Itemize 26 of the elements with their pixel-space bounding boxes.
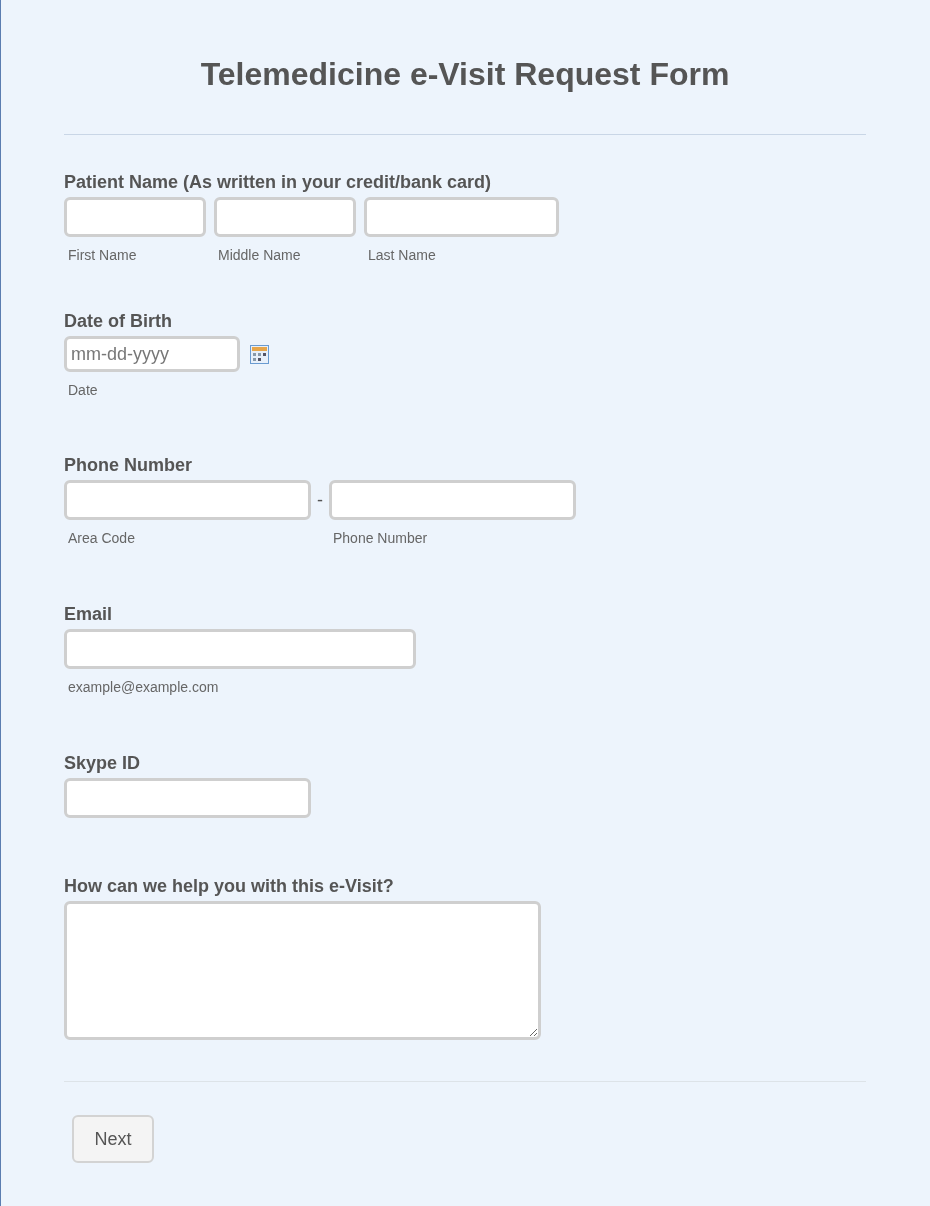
input-field[interactable] bbox=[214, 197, 356, 237]
field-label: Skype ID bbox=[64, 752, 142, 774]
next-button[interactable]: Next bbox=[72, 1115, 154, 1163]
sublabel: First Name bbox=[68, 247, 138, 263]
field-label: Patient Name (As written in your credit/bank card) bbox=[64, 171, 493, 193]
input-field[interactable] bbox=[329, 480, 576, 520]
sublabel: Date bbox=[68, 382, 99, 398]
field-label: Date of Birth bbox=[64, 310, 173, 332]
form-title: Telemedicine e-Visit Request Form bbox=[199, 55, 731, 94]
calendar-icon[interactable] bbox=[250, 345, 269, 364]
input-field[interactable] bbox=[64, 197, 206, 237]
input-field[interactable]: mm-dd-yyyy bbox=[64, 336, 240, 372]
sublabel: Phone Number bbox=[333, 530, 429, 546]
sublabel: example@example.com bbox=[68, 679, 220, 695]
separator: - bbox=[317, 489, 323, 512]
sublabel: Last Name bbox=[368, 247, 437, 263]
sublabel: Area Code bbox=[68, 530, 136, 546]
message-field[interactable] bbox=[64, 901, 541, 1040]
input-field[interactable] bbox=[364, 197, 559, 237]
field-label: Phone Number bbox=[64, 454, 193, 476]
field-label: Email bbox=[64, 603, 114, 625]
input-field[interactable] bbox=[64, 778, 311, 818]
sublabel: Middle Name bbox=[218, 247, 302, 263]
field-label: How can we help you with this e-Visit? bbox=[64, 875, 395, 897]
input-field[interactable] bbox=[64, 480, 311, 520]
input-field[interactable] bbox=[64, 629, 416, 669]
